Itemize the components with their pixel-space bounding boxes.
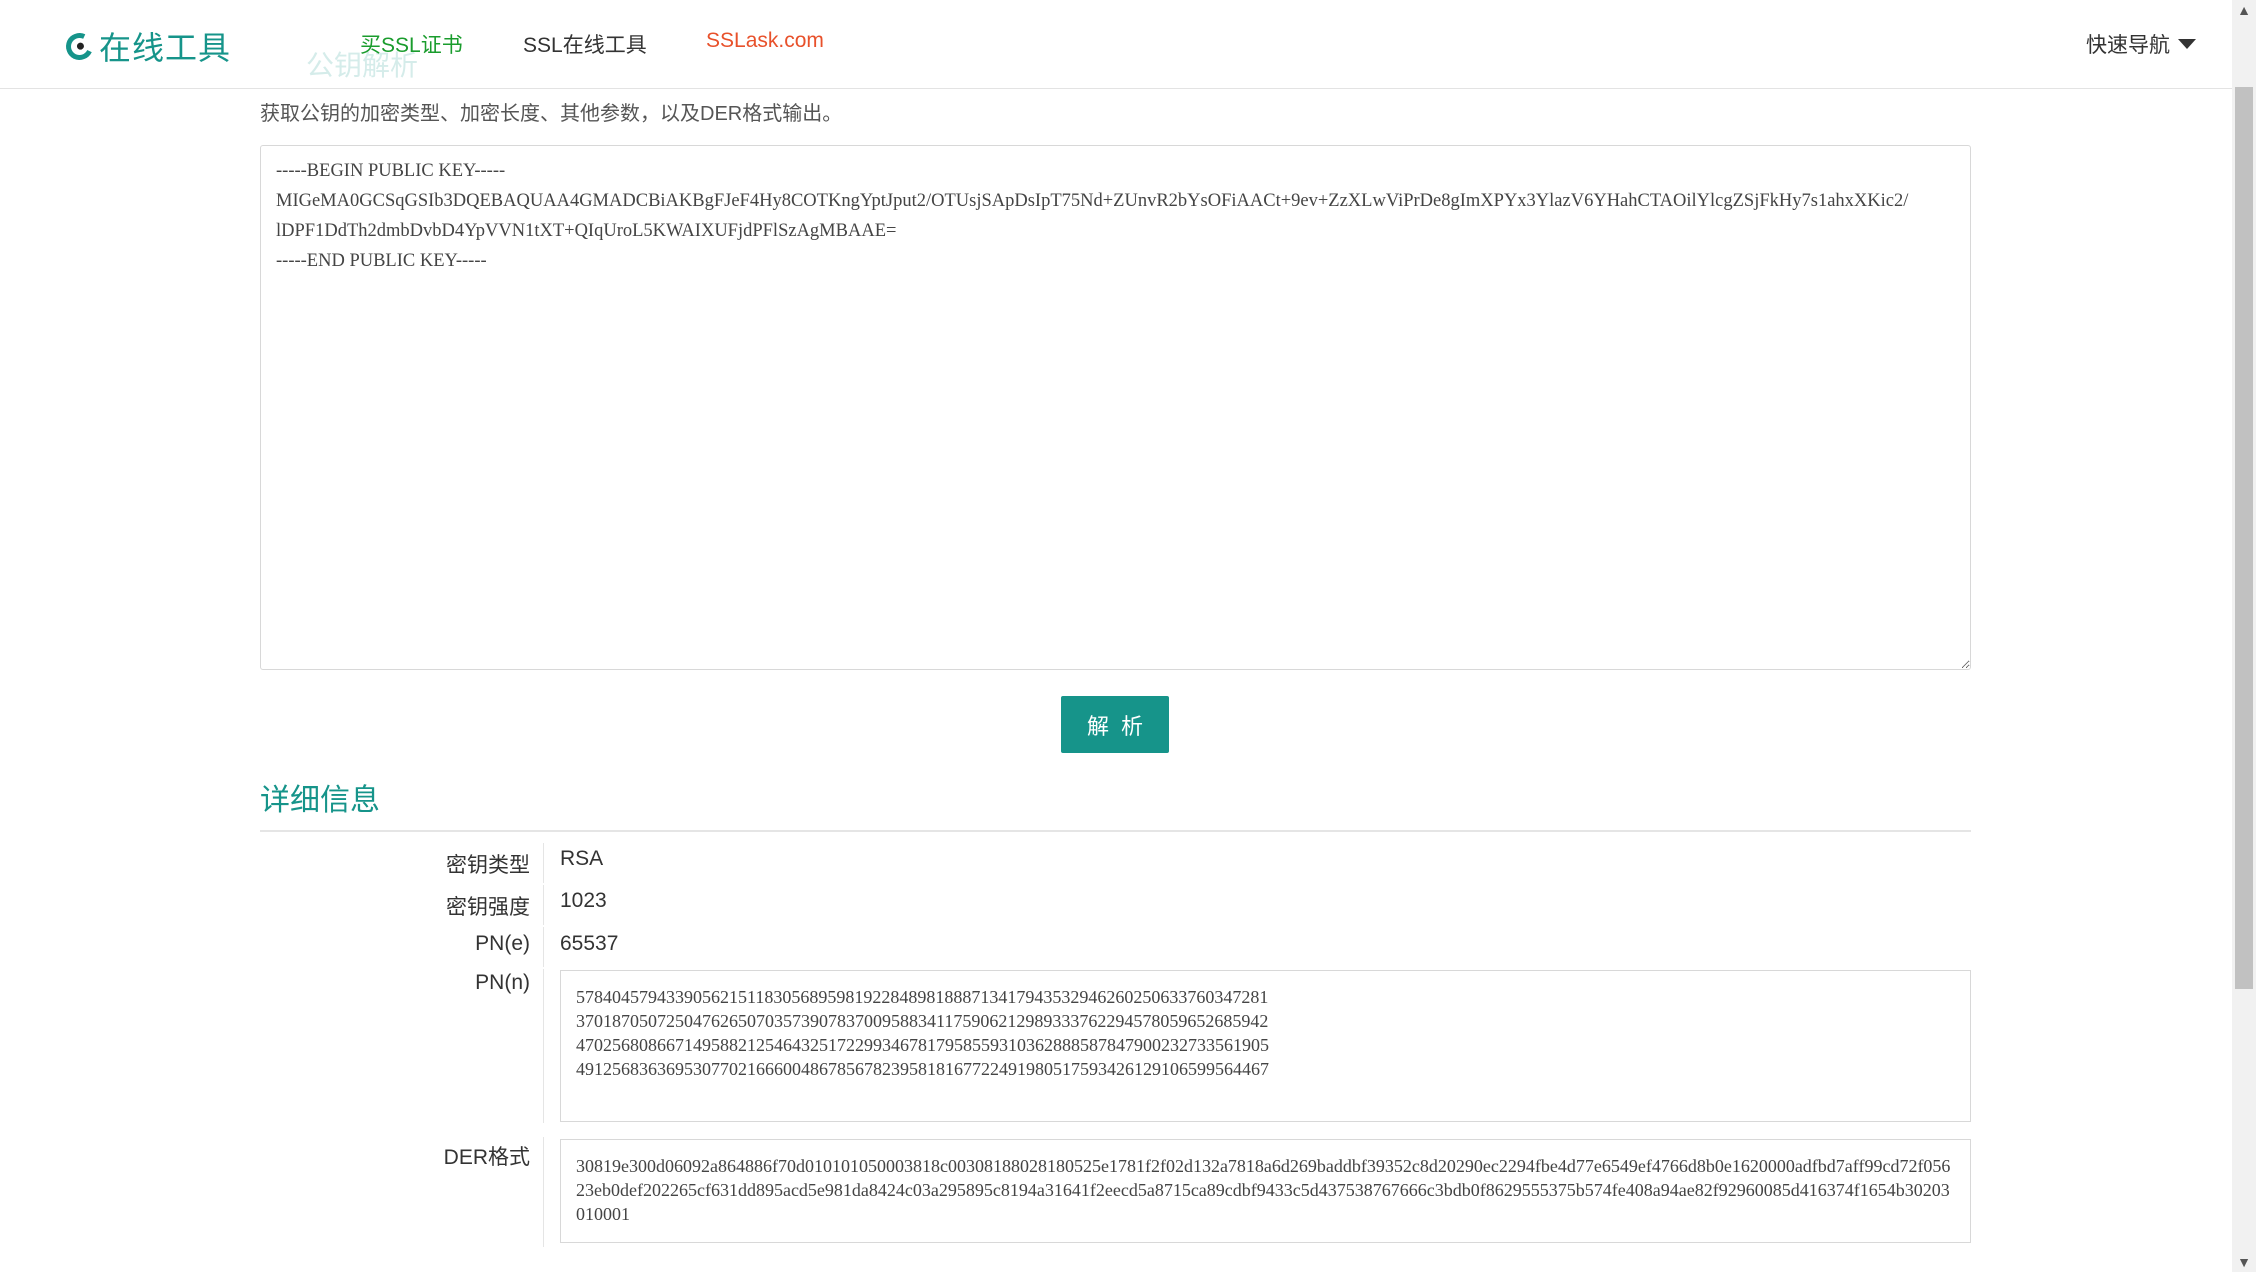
- logo-icon: [62, 28, 97, 64]
- nav-ssl-tools[interactable]: SSL在线工具: [523, 29, 647, 59]
- nav-sslask[interactable]: SSLask.com: [706, 29, 824, 53]
- der-label: DER格式: [443, 1146, 530, 1169]
- pn-n-label: PN(n): [475, 971, 530, 994]
- scroll-up-icon[interactable]: ▲: [2232, 0, 2256, 20]
- details-heading: 详细信息: [260, 783, 380, 818]
- row-divider: [543, 927, 544, 967]
- detail-row-pn-e: PN(e) 65537: [260, 927, 1971, 967]
- nav-buy-ssl[interactable]: 买SSL证书: [360, 29, 463, 59]
- row-divider: [543, 885, 544, 925]
- detail-row-pn-n: PN(n) 5784045794339056215118305689598192…: [260, 969, 1971, 1123]
- pn-e-label: PN(e): [475, 932, 530, 955]
- top-navbar: 在线工具 公钥解析 买SSL证书 SSL在线工具 SSLask.com 快速导航: [0, 0, 2232, 89]
- detail-row-key-strength: 密钥强度 1023: [260, 885, 1971, 925]
- tool-description: 获取公钥的加密类型、加密长度、其他参数，以及DER格式输出。: [260, 103, 843, 125]
- row-divider: [543, 1137, 544, 1247]
- section-divider: [260, 830, 1971, 832]
- detail-row-key-type: 密钥类型 RSA: [260, 843, 1971, 883]
- key-type-label: 密钥类型: [446, 854, 530, 877]
- key-type-value: RSA: [560, 847, 604, 870]
- quick-nav-dropdown[interactable]: 快速导航: [2086, 29, 2196, 59]
- scroll-down-icon[interactable]: ▼: [2232, 1252, 2256, 1272]
- logo-text: 在线工具: [99, 29, 232, 67]
- der-value-box[interactable]: 30819e300d06092a864886f70d01010105000381…: [560, 1139, 1971, 1243]
- site-logo[interactable]: 在线工具: [62, 26, 232, 67]
- scroll-thumb[interactable]: [2235, 87, 2253, 989]
- public-key-input[interactable]: -----BEGIN PUBLIC KEY----- MIGeMA0GCSqGS…: [260, 145, 1971, 670]
- page-scrollbar[interactable]: ▲ ▼: [2232, 0, 2256, 1272]
- row-divider: [543, 843, 544, 883]
- key-strength-value: 1023: [560, 889, 607, 912]
- parse-button[interactable]: 解析: [1061, 696, 1169, 753]
- caret-down-icon: [2178, 39, 2196, 49]
- key-strength-label: 密钥强度: [446, 896, 530, 919]
- quick-nav-label: 快速导航: [2086, 34, 2170, 57]
- detail-row-der: DER格式 30819e300d06092a864886f70d01010105…: [260, 1137, 1971, 1247]
- row-divider: [543, 969, 544, 1123]
- pn-e-value: 65537: [560, 932, 619, 955]
- pn-n-value-box[interactable]: 5784045794339056215118305689598192284898…: [560, 970, 1971, 1122]
